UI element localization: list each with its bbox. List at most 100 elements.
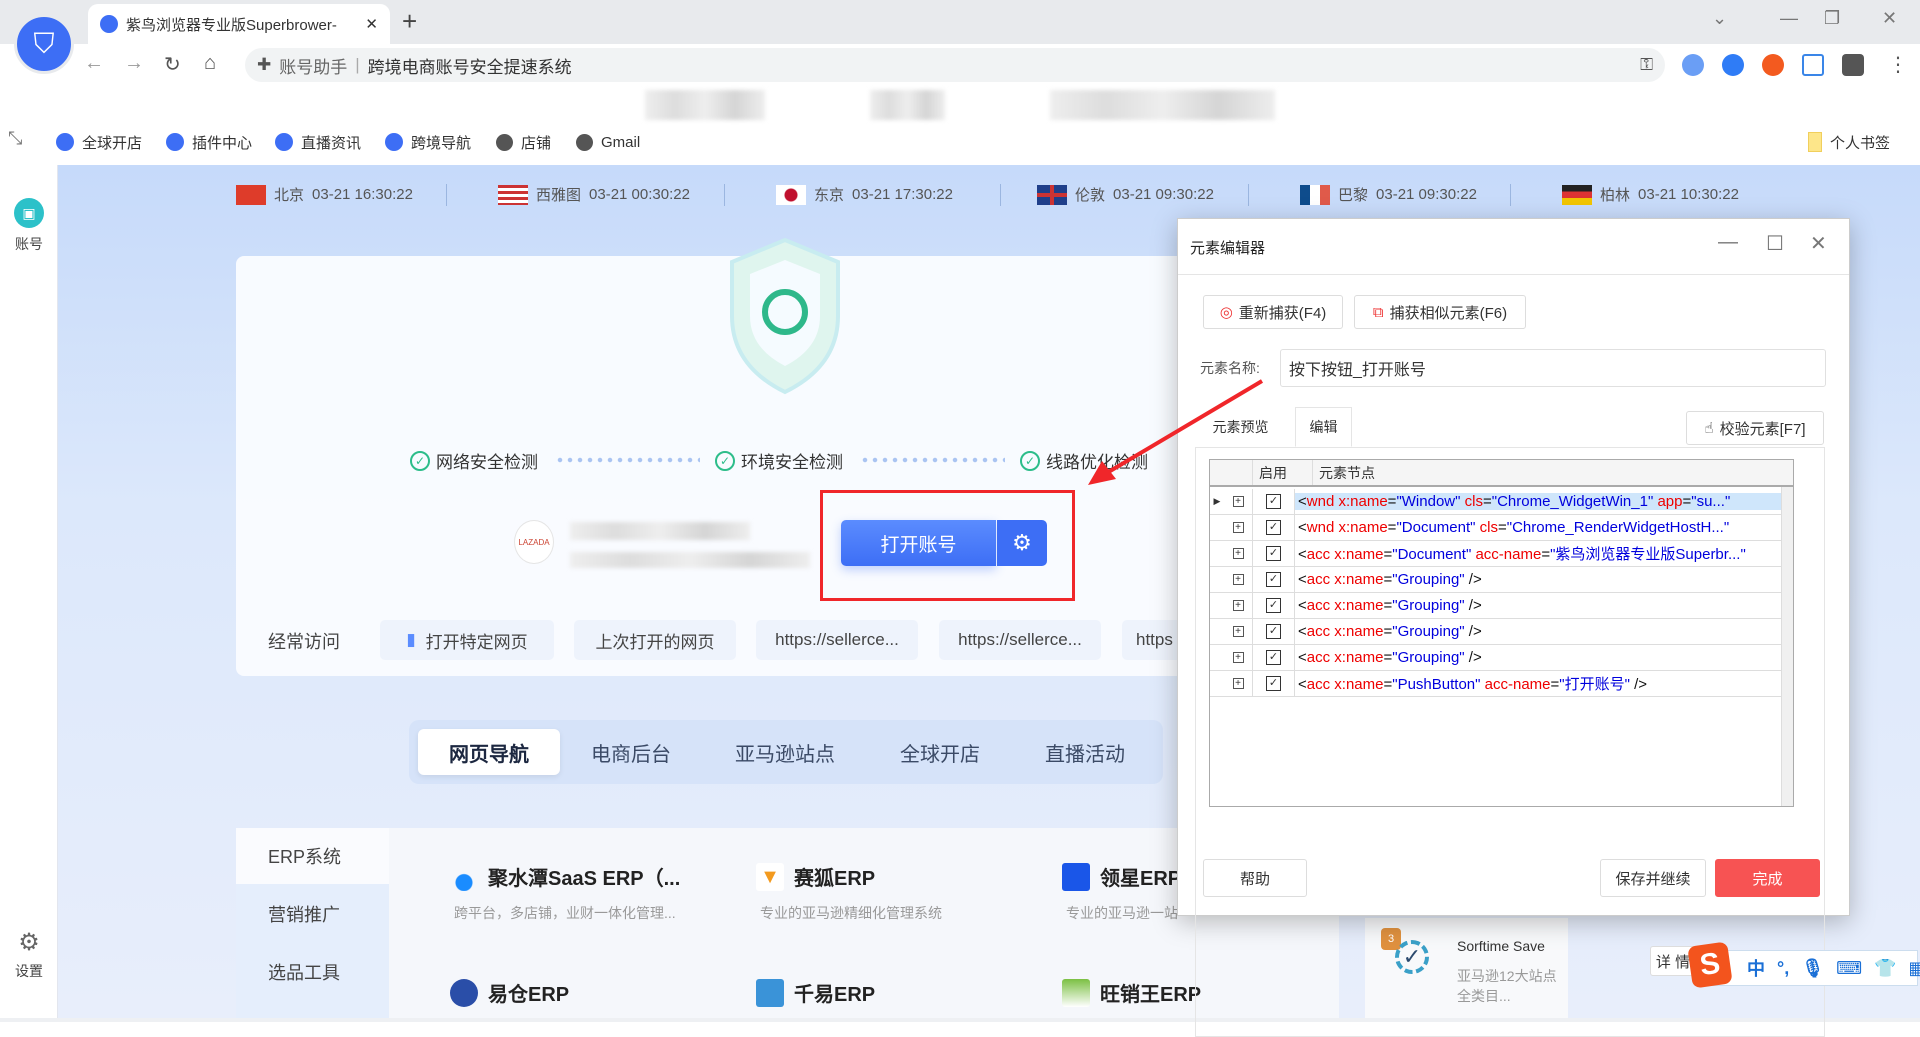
enable-checkbox[interactable]: ✓ [1266, 650, 1281, 665]
erp-item[interactable]: 易仓ERP [450, 978, 569, 1007]
tab-live[interactable]: 直播活动 [1020, 729, 1150, 775]
qianyi-logo-icon [756, 978, 784, 1007]
category-erp[interactable]: ERP系统 [236, 828, 389, 884]
menu-icon[interactable]: ⋮ [1888, 52, 1908, 77]
expand-icon[interactable]: + [1232, 678, 1244, 689]
capture-similar-button[interactable]: ⧉ 捕获相似元素(F6) [1354, 295, 1526, 329]
extensions-icon[interactable] [1842, 54, 1864, 76]
expand-icon[interactable]: + [1232, 548, 1244, 559]
expand-icon[interactable]: + [1232, 626, 1244, 637]
browser-tab[interactable]: 紫鸟浏览器专业版Superbrower- ✕ [88, 4, 390, 44]
node-attr: x:name [1334, 649, 1384, 666]
forward-button[interactable]: → [124, 52, 144, 75]
dialog-maximize-button[interactable]: ☐ [1766, 231, 1784, 256]
expand-icon[interactable]: + [1232, 574, 1244, 585]
expand-icon[interactable]: + [1232, 496, 1244, 507]
tab-amazon-sites[interactable]: 亚马逊站点 [710, 729, 860, 775]
tab-web-nav[interactable]: 网页导航 [418, 729, 560, 775]
expand-icon[interactable]: + [1232, 652, 1244, 663]
grid-row[interactable]: + ✓ <acc x:name="Document" acc-name="紫鸟浏览器… [1210, 541, 1793, 567]
enable-checkbox[interactable]: ✓ [1266, 520, 1281, 535]
element-name-input[interactable]: 按下按钮_打开账号 [1280, 349, 1826, 387]
tab-search-icon[interactable]: ⌄ [1712, 8, 1727, 29]
bookmark-item[interactable]: 插件中心 [166, 127, 252, 157]
tab-edit[interactable]: 编辑 [1295, 407, 1352, 447]
enable-checkbox[interactable]: ✓ [1266, 624, 1281, 639]
recapture-button[interactable]: ◎ 重新捕获(F4) [1203, 295, 1343, 329]
tab-ecommerce[interactable]: 电商后台 [570, 729, 692, 775]
enable-checkbox[interactable]: ✓ [1266, 676, 1281, 691]
tab-global-store[interactable]: 全球开店 [876, 729, 1004, 775]
dialog-close-button[interactable]: ✕ [1810, 231, 1827, 256]
help-button[interactable]: 帮助 [1203, 859, 1307, 897]
category-product-tools[interactable]: 选品工具 [236, 944, 389, 1000]
erp-item[interactable]: 聚水潭SaaS ERP（... 跨平台，多店铺，业财一体化管理... [450, 862, 680, 923]
extension-robot-icon[interactable] [1762, 54, 1784, 76]
dialog-minimize-button[interactable]: — [1718, 231, 1738, 254]
minimize-button[interactable]: — [1780, 8, 1798, 29]
ime-mode-toggle[interactable]: 中 [1747, 955, 1765, 981]
sogou-ime-logo[interactable]: S [1687, 941, 1733, 989]
erp-item[interactable]: 领星ERP 专业的亚马逊一站 [1062, 862, 1181, 923]
new-tab-button[interactable]: + [402, 6, 417, 37]
home-button[interactable]: ⌂ [204, 52, 216, 75]
category-marketing[interactable]: 营销推广 [236, 886, 389, 942]
done-button[interactable]: 完成 [1715, 859, 1820, 897]
bookmark-item[interactable]: 店铺 [496, 127, 551, 157]
ime-punctuation-toggle[interactable]: °, [1777, 958, 1789, 979]
save-continue-button[interactable]: 保存并继续 [1600, 859, 1706, 897]
grid-row[interactable]: + ✓ <acc x:name="Grouping" /> [1210, 619, 1793, 645]
extension-1-icon[interactable] [1682, 54, 1704, 76]
bookmark-item[interactable]: 全球开店 [56, 127, 142, 157]
erp-item[interactable]: 千易ERP [756, 978, 875, 1007]
reload-button[interactable]: ↻ [164, 52, 181, 77]
grid-row[interactable]: + ✓ <acc x:name="Grouping" /> [1210, 645, 1793, 671]
close-window-button[interactable]: ✕ [1882, 8, 1897, 29]
erp-item[interactable]: ▼ 赛狐ERP 专业的亚马逊精细化管理系统 [756, 862, 942, 923]
frequent-open-page[interactable]: ▮ 打开特定网页 [380, 620, 554, 660]
dialog-title: 元素编辑器 [1190, 240, 1266, 257]
bookmark-item[interactable]: 跨境导航 [385, 127, 471, 157]
enable-checkbox[interactable]: ✓ [1266, 572, 1281, 587]
keyboard-icon[interactable]: ⌨ [1836, 958, 1862, 979]
close-tab-icon[interactable]: ✕ [365, 15, 378, 33]
bookmark-item[interactable]: Gmail [576, 127, 640, 157]
back-button[interactable]: ← [84, 52, 104, 75]
grid-row[interactable]: + ✓ <acc x:name="Grouping" /> [1210, 567, 1793, 593]
grid-row[interactable]: + ✓ <acc x:name="Grouping" /> [1210, 593, 1793, 619]
frequent-link[interactable]: https://sellerce... [756, 620, 918, 660]
frequent-link[interactable]: https://sellerce... [939, 620, 1101, 660]
microphone-icon[interactable]: 🎙 [1801, 958, 1824, 979]
sidebar-item-settings[interactable]: ⚙ 设置 [0, 928, 58, 981]
enable-checkbox[interactable]: ✓ [1266, 546, 1281, 561]
address-bar[interactable]: ✚ 账号助手 | 跨境电商账号安全提速系统 ⚿ [245, 48, 1665, 82]
flag-de-icon [1562, 184, 1592, 205]
grid-row[interactable]: + ✓ <acc x:name="PushButton" acc-name="打开账… [1210, 671, 1793, 697]
skin-icon[interactable]: 👕 [1874, 958, 1896, 979]
expand-icon[interactable]: + [1232, 522, 1244, 533]
row-indicator [1210, 645, 1224, 670]
enable-checkbox[interactable]: ✓ [1266, 598, 1281, 613]
flag-uk-icon [1037, 184, 1067, 205]
extension-key-icon[interactable] [1722, 54, 1744, 76]
expand-icon[interactable]: + [1232, 600, 1244, 611]
extension-box-icon[interactable] [1802, 54, 1824, 76]
grid-row[interactable]: ▶ + ✓ <wnd x:name="Window" cls="Chrome_Widg… [1210, 489, 1793, 515]
enable-checkbox[interactable]: ✓ [1266, 494, 1281, 509]
restore-button[interactable]: ❐ [1824, 8, 1840, 29]
frequent-last-page[interactable]: 上次打开的网页 [574, 620, 736, 660]
verify-element-button[interactable]: ☝ 校验元素[F7] [1686, 411, 1824, 445]
bookmark-folder[interactable]: 个人书签 [1808, 127, 1890, 157]
sidebar-item-account[interactable]: ▣ 账号 [0, 198, 58, 254]
toolbox-icon[interactable]: ▦ [1908, 958, 1920, 979]
app-logo[interactable]: ⛉ [14, 14, 74, 74]
sidebar-toggle-icon[interactable]: ⤡ [8, 128, 22, 149]
node-attr: x:name [1334, 571, 1384, 588]
bookmark-item[interactable]: 直播资讯 [275, 127, 361, 157]
node-attr: x:name [1334, 676, 1384, 693]
key-icon[interactable]: ⚿ [1640, 55, 1653, 75]
verify-label: 校验元素[F7] [1719, 420, 1806, 438]
grid-row[interactable]: + ✓ <wnd x:name="Document" cls="Chrome_Ren… [1210, 515, 1793, 541]
grid-scrollbar[interactable] [1781, 487, 1793, 806]
erp-item[interactable]: 旺销王ERP [1062, 978, 1201, 1007]
